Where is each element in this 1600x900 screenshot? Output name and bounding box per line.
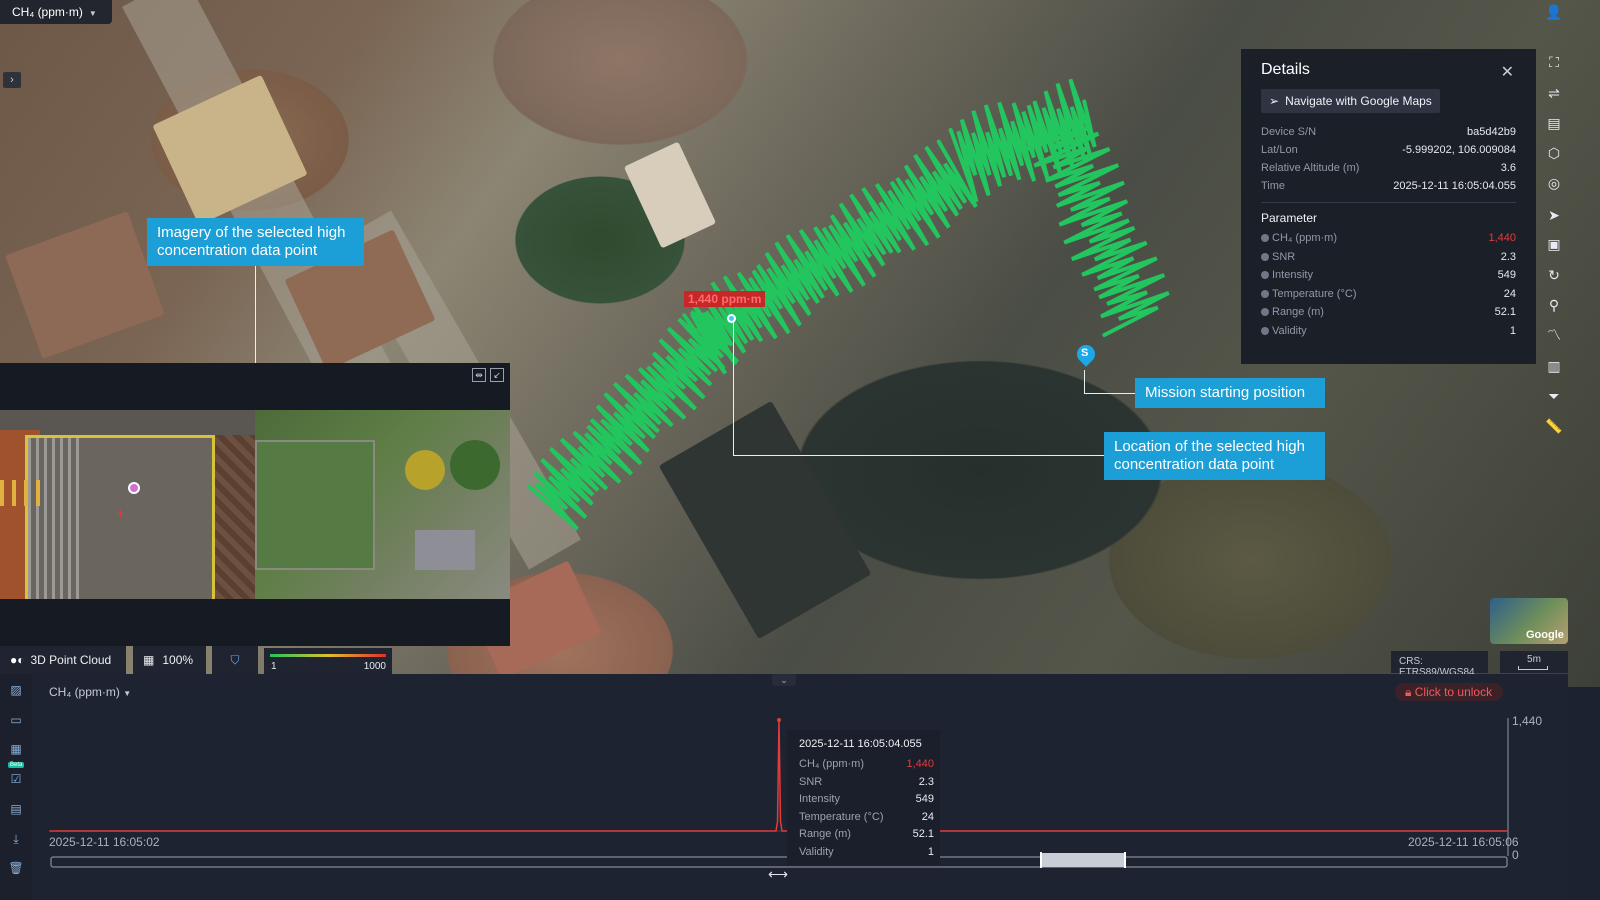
tooltip-row: CH₄ (ppm·m) 1,440 bbox=[799, 758, 934, 776]
tooltip-row: Intensity 549 bbox=[799, 793, 934, 811]
y-axis-min-label: 0 bbox=[1512, 848, 1519, 862]
tooltip-row: Range (m) 52.1 bbox=[799, 828, 934, 846]
tooltip-key: SNR bbox=[799, 775, 823, 788]
tooltip-time: 2025-12-11 16:05:04.055 bbox=[799, 738, 922, 750]
tooltip-value: 2.3 bbox=[918, 775, 934, 788]
tooltip-row: Validity 1 bbox=[799, 846, 934, 864]
tooltip-value: 549 bbox=[915, 793, 934, 805]
timeline-window-handle[interactable] bbox=[1041, 853, 1125, 867]
x-axis-start-label: 2025-12-11 16:05:02 bbox=[49, 835, 160, 849]
tooltip-value: 1 bbox=[927, 845, 934, 858]
chart-tooltip: 2025-12-11 16:05:04.055 CH₄ (ppm·m) 1,440… bbox=[787, 730, 940, 865]
tooltip-key: Temperature (°C) bbox=[799, 810, 884, 823]
tooltip-row: SNR 2.3 bbox=[799, 776, 934, 794]
tooltip-row: Temperature (°C) 24 bbox=[799, 811, 934, 829]
y-axis-max-label: 1,440 bbox=[1512, 714, 1543, 728]
tooltip-key: Range (m) bbox=[799, 828, 851, 840]
ch4-series-line bbox=[49, 719, 1508, 832]
tooltip-key: Validity bbox=[799, 845, 834, 858]
tooltip-value: 1,440 bbox=[906, 758, 934, 770]
tooltip-key: CH₄ (ppm·m) bbox=[799, 758, 864, 770]
horizontal-resize-icon[interactable]: ⟷ bbox=[768, 866, 788, 883]
tooltip-value: 52.1 bbox=[912, 828, 934, 840]
x-axis-end-label: 2025-12-11 16:05:06 bbox=[1408, 835, 1519, 849]
peak-point bbox=[777, 718, 781, 722]
tooltip-key: Intensity bbox=[799, 793, 840, 805]
tooltip-value: 24 bbox=[921, 810, 934, 823]
